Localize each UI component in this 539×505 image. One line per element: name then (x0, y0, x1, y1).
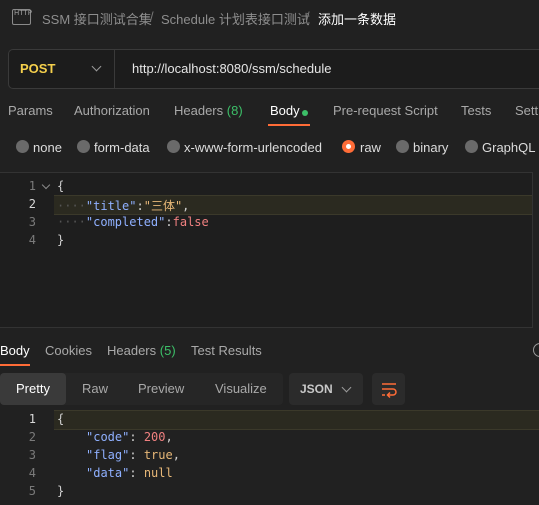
response-line-data: "data": null (86, 466, 173, 480)
response-current-line-highlight (54, 410, 539, 430)
view-preview-button[interactable]: Preview (138, 381, 184, 396)
view-visualize-button[interactable]: Visualize (215, 381, 267, 396)
line-number: 3 (28, 215, 36, 229)
breadcrumb-separator: / (150, 9, 154, 24)
method-select[interactable]: POST (9, 50, 115, 88)
chevron-down-icon (91, 61, 102, 72)
format-select[interactable]: JSON (289, 373, 363, 405)
radio-graphql-label[interactable]: GraphQL (482, 140, 535, 155)
tab-headers-label: Headers (174, 103, 224, 118)
view-pretty-button[interactable]: Pretty (16, 381, 50, 396)
response-line-code: "code": 200, (86, 430, 173, 444)
code-open-brace: { (57, 179, 65, 193)
request-body-editor[interactable]: 1 2 3 4 { ····"title":"三体", ····"complet… (0, 172, 533, 328)
headers-count: (8) (226, 103, 243, 118)
response-tab-headers[interactable]: Headers (5) (107, 343, 176, 358)
url-bar: POST http://localhost:8080/ssm/schedule (8, 49, 539, 89)
tab-body[interactable]: Body (270, 103, 300, 118)
line-number: 4 (28, 466, 36, 480)
code-line-completed: ····"completed":false (57, 215, 209, 229)
radio-urlencoded-label[interactable]: x-www-form-urlencoded (184, 140, 322, 155)
line-number: 1 (28, 412, 36, 426)
tab-settings[interactable]: Sett (515, 103, 538, 118)
response-tab-test-results[interactable]: Test Results (191, 343, 262, 358)
globe-icon[interactable] (533, 343, 539, 357)
radio-form-data-label[interactable]: form-data (94, 140, 150, 155)
response-open-brace: { (57, 412, 65, 426)
line-number: 2 (28, 197, 36, 211)
response-close-brace: } (57, 484, 65, 498)
radio-none-label[interactable]: none (33, 140, 62, 155)
http-request-icon: HTTP (12, 9, 32, 25)
response-tab-cookies[interactable]: Cookies (45, 343, 92, 358)
radio-urlencoded[interactable] (167, 140, 180, 153)
breadcrumb-folder[interactable]: Schedule 计划表接口测试 (161, 9, 310, 28)
code-close-brace: } (57, 233, 65, 247)
wrap-lines-icon (382, 383, 397, 399)
breadcrumb-separator: / (306, 9, 310, 24)
radio-form-data[interactable] (77, 140, 90, 153)
response-active-tab-indicator (0, 364, 30, 366)
view-raw-button[interactable]: Raw (82, 381, 108, 396)
response-headers-count: (5) (159, 343, 176, 358)
line-number: 1 (28, 179, 36, 193)
active-tab-indicator (268, 124, 310, 126)
response-tab-headers-label: Headers (107, 343, 157, 358)
response-line-flag: "flag": true, (86, 448, 180, 462)
breadcrumb: HTTP SSM 接口测试合集 / Schedule 计划表接口测试 / 添加一… (0, 0, 539, 34)
line-number: 5 (28, 484, 36, 498)
radio-graphql[interactable] (465, 140, 478, 153)
chevron-down-icon (341, 382, 352, 393)
tab-headers[interactable]: Headers (8) (174, 103, 243, 118)
tab-params[interactable]: Params (8, 103, 53, 118)
body-modified-dot (302, 110, 308, 116)
radio-raw-label[interactable]: raw (360, 140, 381, 155)
breadcrumb-collection[interactable]: SSM 接口测试合集 (42, 9, 152, 28)
response-view-toggle: Pretty Raw Preview Visualize (0, 373, 283, 405)
tab-prerequest-script[interactable]: Pre-request Script (333, 103, 438, 118)
line-number: 3 (28, 448, 36, 462)
radio-none[interactable] (16, 140, 29, 153)
breadcrumb-request-name[interactable]: 添加一条数据 (318, 9, 396, 28)
wrap-lines-button[interactable] (372, 373, 405, 405)
radio-binary-label[interactable]: binary (413, 140, 448, 155)
url-input[interactable]: http://localhost:8080/ssm/schedule (132, 61, 331, 76)
tab-tests[interactable]: Tests (461, 103, 491, 118)
format-label: JSON (300, 382, 333, 396)
method-label: POST (20, 61, 56, 76)
line-number: 4 (28, 233, 36, 247)
response-tab-body[interactable]: Body (0, 343, 30, 358)
code-line-title: ····"title":"三体", (57, 199, 190, 213)
fold-chevron-icon[interactable] (41, 180, 51, 190)
line-number: 2 (28, 430, 36, 444)
radio-binary[interactable] (396, 140, 409, 153)
tab-authorization[interactable]: Authorization (74, 103, 150, 118)
radio-raw[interactable] (342, 140, 355, 153)
